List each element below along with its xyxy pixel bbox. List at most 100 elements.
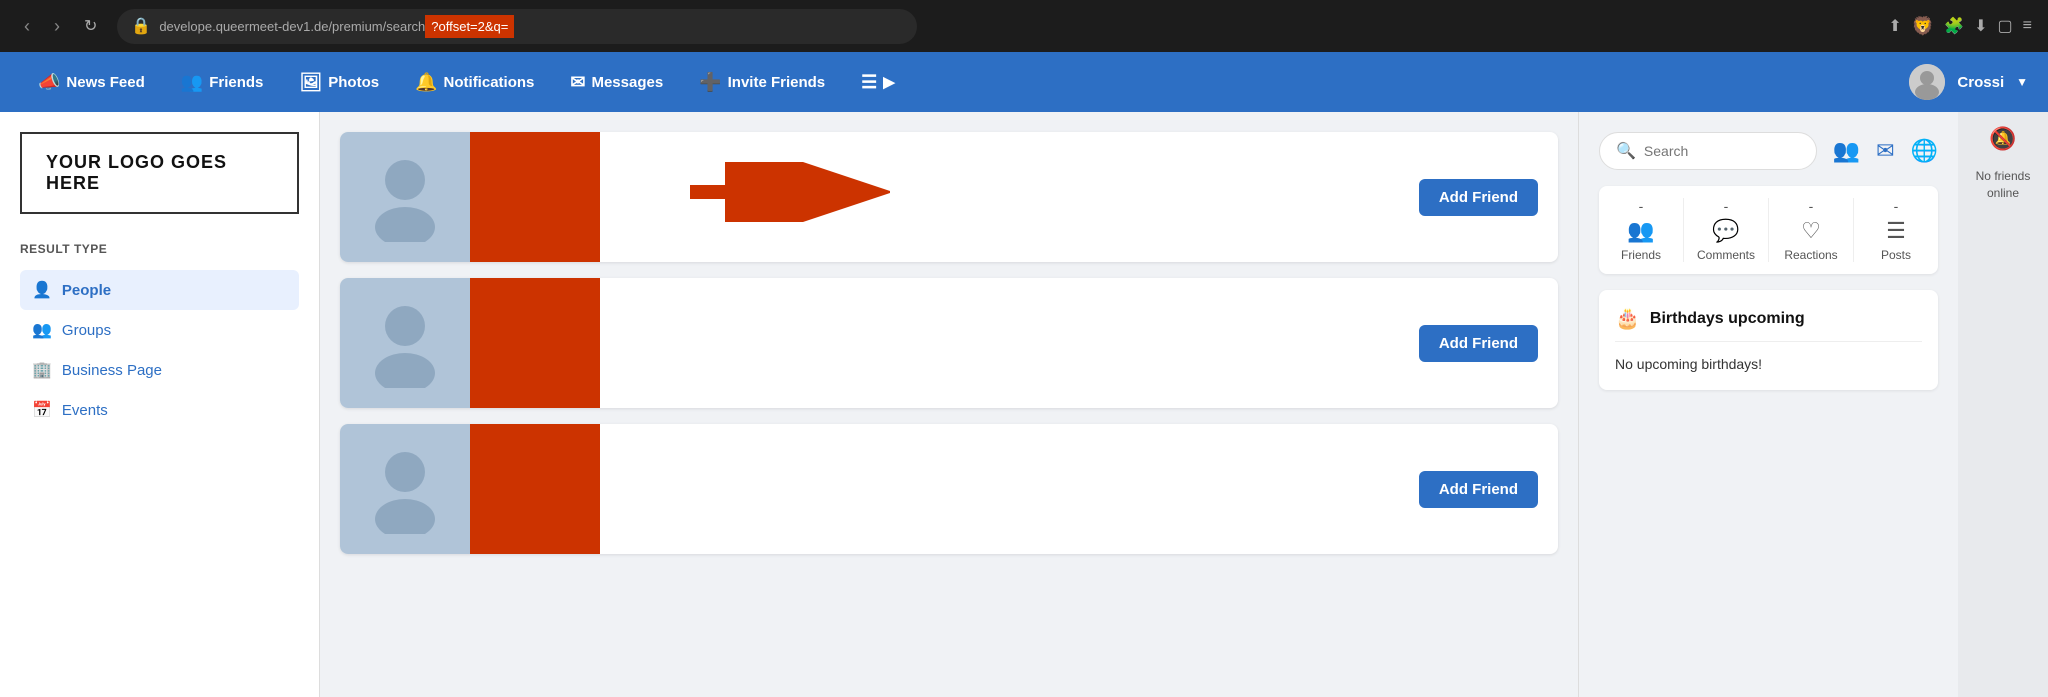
friends-search-icon[interactable]: 👥 bbox=[1833, 138, 1860, 164]
result-type-label: RESULT TYPE bbox=[20, 242, 299, 256]
far-right-panel: 🔕 No friends online bbox=[1958, 112, 2048, 697]
redacted-overlay-2 bbox=[470, 278, 600, 408]
filter-events-label: Events bbox=[62, 402, 108, 419]
comments-dash: - bbox=[1724, 198, 1729, 214]
comments-stat-label: Comments bbox=[1697, 248, 1755, 262]
nav-news-feed-label: News Feed bbox=[66, 74, 144, 91]
search-input[interactable] bbox=[1644, 143, 1800, 159]
nav-news-feed[interactable]: 📣 News Feed bbox=[20, 52, 163, 112]
add-friend-button-3[interactable]: Add Friend bbox=[1419, 471, 1538, 508]
result-avatar-3 bbox=[340, 424, 470, 554]
stats-row: - 👥 Friends - 💬 Comments - ♡ Reactions -… bbox=[1599, 186, 1938, 274]
window-icon[interactable]: ▢ bbox=[1998, 16, 2013, 36]
more-icon: ☰ bbox=[861, 72, 877, 93]
notifications-icon: 🔔 bbox=[415, 72, 437, 93]
messages-search-icon[interactable]: ✉ bbox=[1876, 138, 1894, 164]
stat-posts: - ☰ Posts bbox=[1854, 198, 1938, 262]
result-card-3: Add Friend bbox=[340, 424, 1558, 554]
invite-friends-icon: ➕ bbox=[699, 72, 721, 93]
filter-events[interactable]: 📅 Events bbox=[20, 390, 299, 430]
forward-button[interactable]: › bbox=[46, 12, 68, 41]
friends-stat-label: Friends bbox=[1621, 248, 1661, 262]
reload-button[interactable]: ↻ bbox=[76, 12, 105, 40]
share-icon[interactable]: ⬆ bbox=[1888, 16, 1901, 36]
posts-stat-label: Posts bbox=[1881, 248, 1911, 262]
redacted-overlay-3 bbox=[470, 424, 600, 554]
birthday-cake-icon: 🎂 bbox=[1615, 306, 1640, 331]
nav-friends[interactable]: 👥 Friends bbox=[163, 52, 282, 112]
friends-stat-icon: 👥 bbox=[1627, 218, 1654, 244]
filter-groups-label: Groups bbox=[62, 322, 111, 339]
nav-notifications[interactable]: 🔔 Notifications bbox=[397, 52, 552, 112]
birthdays-section: 🎂 Birthdays upcoming No upcoming birthda… bbox=[1599, 290, 1938, 390]
url-highlight: ?offset=2&q= bbox=[425, 15, 514, 38]
nav-photos[interactable]: 🖼 Photos bbox=[281, 52, 397, 112]
birthdays-title: Birthdays upcoming bbox=[1650, 310, 1805, 328]
birthdays-header: 🎂 Birthdays upcoming bbox=[1615, 306, 1922, 342]
filter-list: 👤 People 👥 Groups 🏢 Business Page 📅 Even… bbox=[20, 270, 299, 430]
notification-bell-icon[interactable]: 🔕 bbox=[1989, 126, 2016, 152]
url-normal: develope.queermeet-dev1.de/premium/searc… bbox=[159, 19, 425, 34]
logo-text: YOUR LOGO GOES HERE bbox=[46, 152, 227, 193]
posts-dash: - bbox=[1894, 198, 1899, 214]
friends-dash: - bbox=[1639, 198, 1644, 214]
redacted-overlay-1 bbox=[470, 132, 600, 262]
browser-right-icons: ⬆ 🦁 🧩 ⬇ ▢ ≡ bbox=[1888, 16, 2032, 37]
people-icon: 👤 bbox=[32, 280, 52, 300]
reactions-dash: - bbox=[1809, 198, 1814, 214]
nav-more[interactable]: ☰ ▶ bbox=[843, 52, 913, 112]
browser-nav-buttons: ‹ › ↻ bbox=[16, 12, 105, 41]
username: Crossi bbox=[1957, 74, 2004, 91]
friends-icon: 👥 bbox=[181, 72, 203, 93]
reactions-stat-icon: ♡ bbox=[1801, 218, 1821, 244]
extensions-icon[interactable]: 🧩 bbox=[1944, 16, 1964, 36]
url-container: develope.queermeet-dev1.de/premium/searc… bbox=[159, 15, 903, 38]
posts-stat-icon: ☰ bbox=[1886, 218, 1906, 244]
nav-friends-label: Friends bbox=[209, 74, 263, 91]
nav-notifications-label: Notifications bbox=[444, 74, 535, 91]
avatar[interactable] bbox=[1909, 64, 1945, 100]
filter-business-page-label: Business Page bbox=[62, 362, 162, 379]
filter-people[interactable]: 👤 People bbox=[20, 270, 299, 310]
search-icon: 🔍 bbox=[1616, 141, 1636, 161]
left-sidebar: YOUR LOGO GOES HERE RESULT TYPE 👤 People… bbox=[0, 112, 320, 697]
nav-messages-label: Messages bbox=[591, 74, 663, 91]
stat-friends: - 👥 Friends bbox=[1599, 198, 1684, 262]
filter-business-page[interactable]: 🏢 Business Page bbox=[20, 350, 299, 390]
nav-invite-friends-label: Invite Friends bbox=[728, 74, 826, 91]
filter-people-label: People bbox=[62, 282, 111, 299]
nav-messages[interactable]: ✉ Messages bbox=[552, 52, 681, 112]
filter-groups[interactable]: 👥 Groups bbox=[20, 310, 299, 350]
add-friend-button-1[interactable]: Add Friend bbox=[1419, 179, 1538, 216]
no-birthdays-text: No upcoming birthdays! bbox=[1615, 356, 1762, 372]
browser-chrome: ‹ › ↻ 🔒 develope.queermeet-dev1.de/premi… bbox=[0, 0, 2048, 52]
menu-icon[interactable]: ≡ bbox=[2023, 17, 2032, 35]
user-dropdown-arrow[interactable]: ▼ bbox=[2016, 75, 2028, 89]
back-button[interactable]: ‹ bbox=[16, 12, 38, 41]
result-avatar-2 bbox=[340, 278, 470, 408]
content-area: Add Friend Add Friend bbox=[320, 112, 1578, 697]
add-friend-button-2[interactable]: Add Friend bbox=[1419, 325, 1538, 362]
search-box[interactable]: 🔍 bbox=[1599, 132, 1817, 170]
logo-box: YOUR LOGO GOES HERE bbox=[20, 132, 299, 214]
reactions-stat-label: Reactions bbox=[1784, 248, 1837, 262]
result-card-2: Add Friend bbox=[340, 278, 1558, 408]
news-feed-icon: 📣 bbox=[38, 72, 60, 93]
nav-photos-label: Photos bbox=[328, 74, 379, 91]
nav-invite-friends[interactable]: ➕ Invite Friends bbox=[681, 52, 843, 112]
right-sidebar-header: 🔍 👥 ✉ 🌐 bbox=[1599, 132, 1938, 170]
stat-reactions: - ♡ Reactions bbox=[1769, 198, 1854, 262]
photos-icon: 🖼 bbox=[299, 72, 322, 93]
right-sidebar: 🔍 👥 ✉ 🌐 - 👥 Friends - 💬 Comments - bbox=[1578, 112, 1958, 697]
brave-icon: 🦁 bbox=[1912, 16, 1934, 37]
globe-icon[interactable]: 🌐 bbox=[1911, 138, 1938, 164]
address-bar[interactable]: 🔒 develope.queermeet-dev1.de/premium/sea… bbox=[117, 9, 917, 44]
download-icon[interactable]: ⬇ bbox=[1974, 16, 1987, 36]
stat-comments: - 💬 Comments bbox=[1684, 198, 1769, 262]
nav-right: Crossi ▼ bbox=[1909, 64, 2028, 100]
events-icon: 📅 bbox=[32, 400, 52, 420]
red-arrow-1 bbox=[690, 162, 890, 232]
top-nav: 📣 News Feed 👥 Friends 🖼 Photos 🔔 Notific… bbox=[0, 52, 2048, 112]
result-avatar-1 bbox=[340, 132, 470, 262]
result-card-1: Add Friend bbox=[340, 132, 1558, 262]
